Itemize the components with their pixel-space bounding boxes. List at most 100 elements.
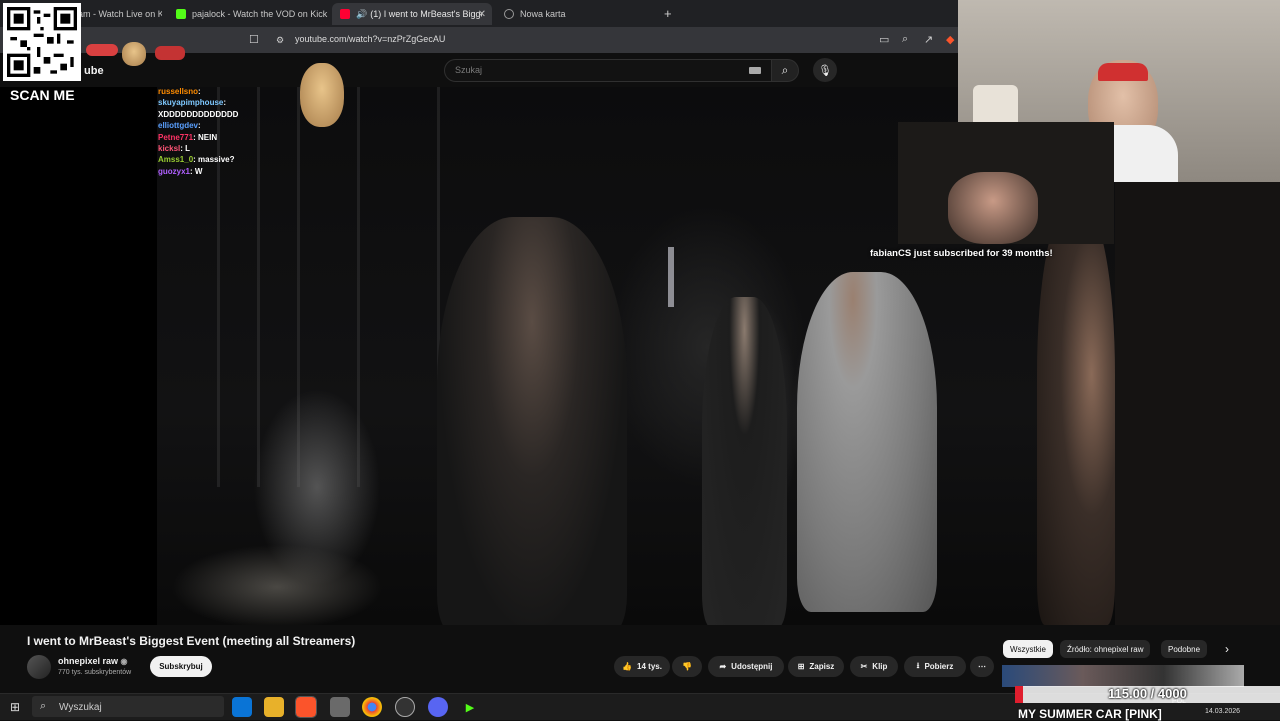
share-button[interactable]: ➦ Udostępnij (708, 656, 784, 677)
windows-start-icon[interactable]: ⊞ (10, 700, 20, 714)
search-icon: ⌕ (40, 700, 47, 712)
thumbs-up-icon: 👍 (622, 662, 633, 671)
save-button[interactable]: ⊞ Zapisz (788, 656, 844, 677)
tab-label: (1) I went to MrBeast's Bigge (370, 9, 483, 19)
save-label: Zapisz (809, 662, 835, 671)
kick-taskbar-icon[interactable]: ▶ (460, 697, 480, 717)
speaker-icon: 🔊 (356, 8, 368, 19)
tab-label: Nowa karta (520, 9, 566, 19)
stage-light (668, 247, 674, 307)
clip-label: Klip (872, 662, 888, 671)
chat-text: W (194, 166, 203, 176)
subscription-alert: fabianCS just subscribed for 39 months! (870, 248, 1053, 259)
person-right-edge (1037, 207, 1115, 625)
close-tab-icon[interactable]: ✕ (478, 9, 486, 20)
subscriber-count: 770 tys. subskrybentów (58, 669, 132, 676)
recommended-thumbnails[interactable] (1002, 665, 1244, 687)
curtain-fold (257, 87, 260, 487)
person-black-shirt (702, 297, 787, 625)
browser-tab-bar: am - Watch Live on K pajalock - Watch th… (0, 0, 958, 27)
emote-icon (155, 46, 185, 60)
hamster-emote-icon (300, 63, 344, 127)
chevron-right-icon[interactable]: › (1225, 642, 1229, 656)
like-count: 14 tys. (637, 662, 662, 671)
bookmark-save-icon: ⊞ (797, 662, 805, 671)
secondary-webcam (898, 122, 1114, 244)
microphone-icon: 🎙 (818, 64, 832, 77)
chat-username: skuyapimphouse (158, 98, 224, 108)
url-field[interactable]: youtube.com/watch?v=nzPrZgGecAU (295, 34, 445, 44)
keyboard-icon[interactable] (749, 67, 761, 74)
curtain-fold (297, 87, 300, 487)
download-label: Pobierz (924, 662, 954, 671)
tab-label: pajalock - Watch the VOD on Kick (192, 9, 328, 19)
tab-label: am - Watch Live on K (78, 9, 162, 19)
chat-username: elliottgdev (158, 121, 199, 131)
download-icon: ⭳ (916, 660, 920, 670)
left-gutter (0, 87, 157, 625)
chip-related[interactable]: Podobne (1161, 640, 1208, 658)
chat-username: russellsno (158, 87, 199, 96)
discord-icon[interactable] (428, 697, 448, 717)
chat-message: skuyapimphouse: (158, 98, 227, 108)
chat-text: NEIN (198, 132, 218, 142)
voice-search-button[interactable]: 🎙 (813, 58, 837, 82)
video-right-edge (1115, 182, 1280, 625)
youtube-logo-text[interactable]: ube (84, 65, 104, 77)
bookmark-icon[interactable]: ☐ (249, 33, 259, 46)
chat-text: XDDDDDDDDDDDDD (158, 109, 239, 119)
taskbar-date[interactable]: 14.03.2026 (1205, 708, 1240, 715)
emote-icon (86, 44, 118, 56)
goal-label: MY SUMMER CAR [PINK] (1018, 707, 1162, 721)
file-explorer-icon[interactable] (264, 697, 284, 717)
scissors-icon: ✂ (860, 662, 868, 671)
tab-youtube-active[interactable]: 🔊 (1) I went to MrBeast's Bigge ✕ (332, 3, 492, 25)
chat-username: Petne771 (158, 132, 194, 142)
chat-message: elliottgdev: (158, 121, 201, 131)
subscribe-button[interactable]: Subskrybuj (150, 656, 212, 677)
verified-icon: ◉ (120, 657, 128, 666)
chrome-icon[interactable] (362, 697, 382, 717)
obs-icon[interactable] (395, 697, 415, 717)
cast-icon[interactable]: ▭ (879, 33, 889, 46)
kick-icon (176, 9, 186, 19)
secondary-face (948, 172, 1038, 244)
chat-message: Petne771: NEIN (158, 132, 218, 142)
chat-username: Amss1_0 (158, 155, 194, 165)
brave-shield-icon[interactable]: ◆ (946, 33, 954, 46)
channel-avatar[interactable] (27, 655, 51, 679)
search-placeholder: Szukaj (455, 65, 483, 75)
download-button[interactable]: ⭳ Pobierz (904, 656, 966, 677)
headset-icon (1098, 63, 1148, 81)
chip-source[interactable]: Źródło: ohnepixel raw (1060, 640, 1151, 658)
search-button[interactable]: ⌕ (771, 59, 799, 82)
dog-emote-icon (122, 42, 146, 66)
like-button[interactable]: 👍 14 tys. (614, 656, 670, 677)
person-grey-hoodie (797, 272, 937, 612)
scan-me-label: SCAN ME (10, 87, 75, 103)
search-input[interactable]: Szukaj (444, 59, 772, 82)
chat-text: massive? (198, 155, 235, 165)
youtube-icon (340, 9, 350, 19)
tab-kick-vod[interactable]: pajalock - Watch the VOD on Kick (168, 3, 328, 25)
clip-button[interactable]: ✂ Klip (850, 656, 898, 677)
curtain-fold (357, 87, 360, 487)
tab-kick-live[interactable]: am - Watch Live on K (70, 3, 162, 25)
chat-message: kicksl: L (158, 144, 191, 154)
chip-all[interactable]: Wszystkie (1003, 640, 1053, 658)
app-icon[interactable] (330, 697, 350, 717)
more-actions-button[interactable]: ⋯ (970, 656, 994, 677)
dislike-button[interactable]: 👎 (672, 656, 702, 677)
site-settings-icon[interactable]: ⚙ (276, 35, 284, 46)
tab-new[interactable]: Nowa karta (496, 3, 656, 25)
brave-icon[interactable] (295, 696, 317, 718)
qr-code-graphic (7, 7, 77, 77)
new-tab-icon[interactable]: + (664, 6, 672, 21)
share-page-icon[interactable]: ↗ (924, 33, 933, 46)
edge-icon[interactable] (232, 697, 252, 717)
thumbs-down-icon: 👎 (682, 662, 692, 671)
chat-username: guozyx1 (158, 166, 191, 176)
taskbar-search-label: Wyszukaj (59, 702, 102, 713)
channel-name[interactable]: ohnepixel raw ◉ (58, 656, 128, 666)
zoom-icon[interactable]: ⌕ (902, 33, 908, 46)
